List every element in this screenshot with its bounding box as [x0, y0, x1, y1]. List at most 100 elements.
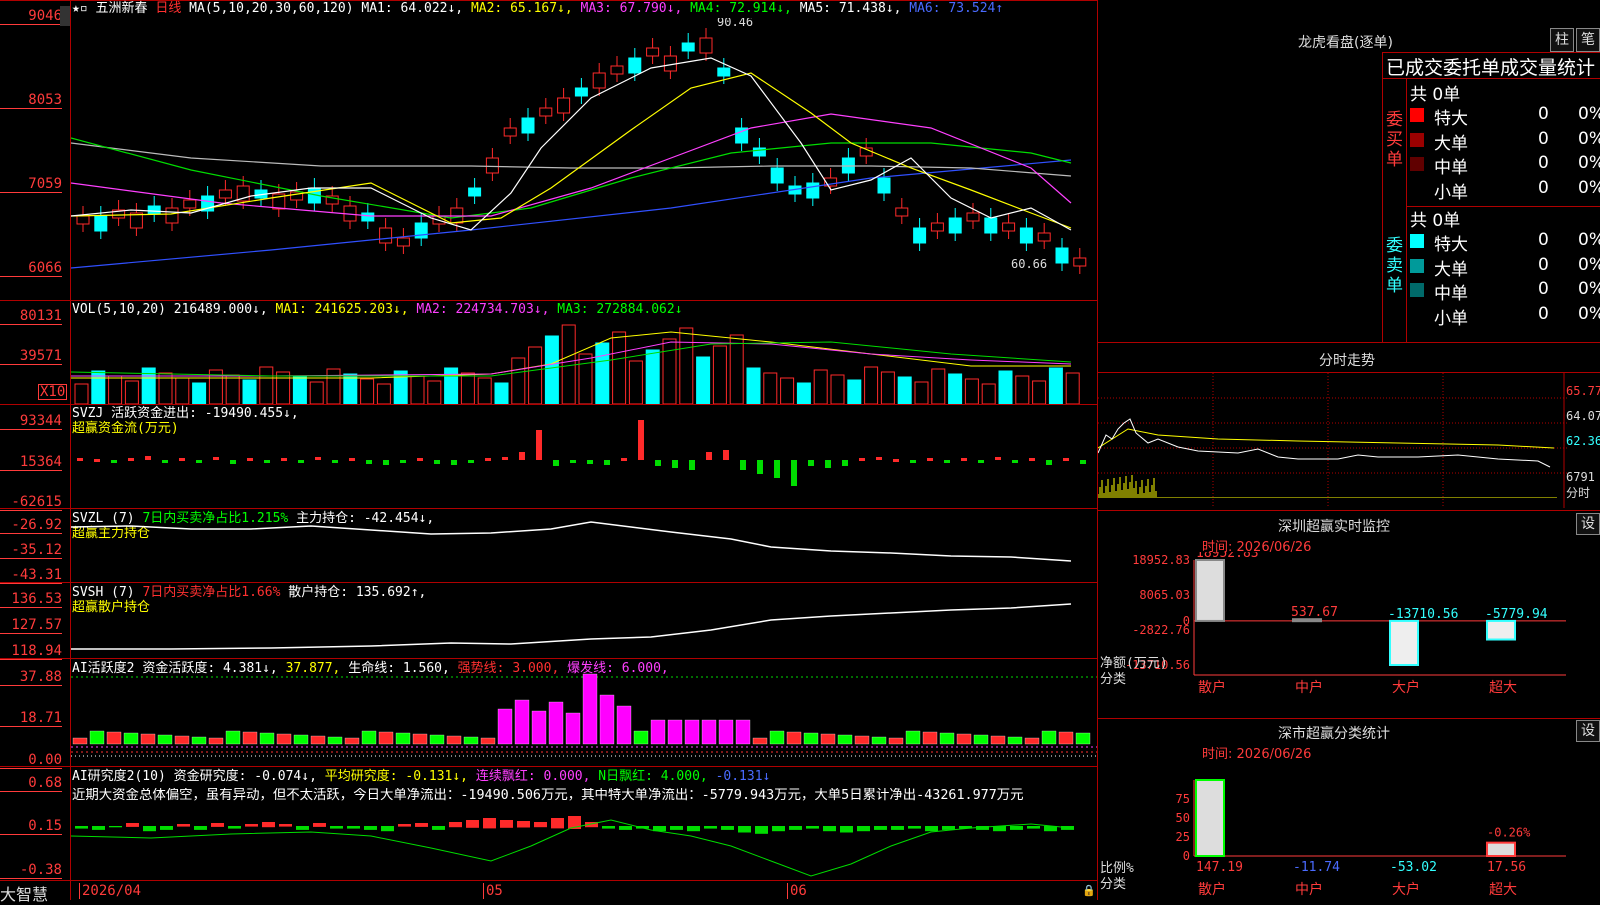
sell-side-label: 委卖单 — [1386, 236, 1403, 296]
brand-label[interactable]: 大智慧 — [0, 881, 48, 905]
research-bar — [483, 818, 496, 829]
flow-bar — [77, 458, 83, 461]
candle-body — [966, 212, 980, 222]
lock-icon[interactable]: 🔒 — [1082, 884, 1096, 897]
activity-bar — [922, 731, 938, 745]
activity-bar — [1024, 737, 1040, 745]
candle-body — [503, 127, 517, 137]
activity-bar — [1007, 736, 1023, 745]
price-scroll-marker[interactable] — [60, 6, 70, 26]
flow-bar — [468, 460, 474, 463]
flow-bar — [638, 420, 644, 460]
classify-chart[interactable]: 75 50 25 0 147.19 散户 -11.74 中户 -53.02 大户 17.56 超大 -0… — [1098, 760, 1600, 900]
buy-total: 共 0单 — [1410, 85, 1461, 105]
buy-size-label: 小单 — [1434, 182, 1468, 203]
flow-bar — [655, 460, 661, 466]
monitor-settings-button[interactable]: 设 — [1576, 513, 1600, 535]
volume-bar — [796, 382, 811, 404]
volume-bar — [528, 346, 543, 404]
activity-bar — [752, 737, 768, 745]
activity-bar — [463, 736, 479, 745]
sell-row: 特大 0 0% — [1410, 230, 1600, 255]
flow-bar — [111, 460, 117, 463]
sell-count: 0 — [1538, 254, 1549, 275]
bar-mode-button[interactable]: 柱 — [1550, 28, 1574, 52]
activity-bar — [905, 730, 921, 745]
tick-mode-button[interactable]: 笔 — [1576, 28, 1600, 52]
period-label[interactable]: 日线 — [155, 1, 181, 16]
ai-research-tick-2: -0.38 — [0, 862, 62, 879]
flow-bar — [774, 460, 780, 478]
right-panel: 龙虎看盘(逐单) 柱 笔 已成交委托单成交量统计 委买单 共 0单 特大 0 0… — [1098, 0, 1600, 900]
ma3-value: MA3: 67.790↓, — [580, 1, 683, 16]
svzl-chart[interactable] — [71, 509, 1097, 582]
research-bar — [721, 826, 734, 830]
research-bar — [1010, 826, 1023, 830]
intraday-tick-0: 65.77 — [1566, 384, 1600, 398]
sell-size-label: 中单 — [1434, 284, 1468, 304]
ma20-line — [71, 113, 1072, 217]
flow-bar — [366, 460, 372, 464]
svsh-chart[interactable] — [71, 583, 1097, 658]
sep-price-vol — [0, 300, 1098, 301]
monitor-chart[interactable]: 18952.838065.030-2822.76-13710.5618952.8… — [1098, 552, 1600, 717]
ma6-value: MA6: 73.524↑ — [909, 1, 1004, 16]
activity-bar — [956, 733, 972, 745]
classify-y-tick: 25 — [1176, 830, 1190, 844]
flow-bar — [281, 458, 287, 461]
sell-size-label: 特大 — [1434, 235, 1468, 255]
research-bar — [891, 826, 904, 830]
activity-bar — [990, 735, 1006, 745]
flow-bar — [1029, 458, 1035, 461]
buy-side-label: 委买单 — [1386, 110, 1403, 170]
monitor-value-label: -5779.94 — [1485, 607, 1548, 622]
sell-count: 0 — [1538, 279, 1549, 299]
sell-row: 大单 0 0% — [1410, 254, 1600, 280]
sell-swatch — [1410, 307, 1424, 322]
flow-bar — [315, 457, 321, 460]
research-bar — [449, 822, 462, 828]
volume-chart[interactable] — [71, 316, 1097, 404]
monitor-category-label: 大户 — [1392, 679, 1420, 696]
ai-research-comment: 近期大资金总体偏空，虽有异动，但不太活跃，今日大单净流出：-19490.506万… — [72, 788, 1024, 803]
svzj-chart[interactable] — [71, 405, 1097, 508]
volume-bar — [931, 368, 946, 404]
candle-body — [379, 227, 393, 244]
volume-bar — [259, 366, 274, 404]
activity-bar — [820, 733, 836, 745]
sell-size-label: 大单 — [1434, 259, 1468, 280]
monitor-category-label: 超大 — [1489, 680, 1517, 696]
volume-bar — [477, 377, 492, 404]
activity-bar — [72, 737, 88, 745]
intraday-chart[interactable]: 65.77 64.07 62.36 6791 分时 — [1098, 373, 1600, 508]
flow-bar — [621, 458, 627, 461]
svzl-tick-2: -43.31 — [0, 567, 62, 584]
ai-research-chart[interactable] — [71, 806, 1097, 880]
svzj-tick-2: -62615 — [0, 494, 62, 511]
classify-settings-button[interactable]: 设 — [1576, 720, 1600, 742]
monitor-y-tick: 18952.83 — [1132, 553, 1190, 567]
svzl-tick-1: -35.12 — [0, 542, 62, 559]
candle-body — [396, 237, 410, 247]
activity-bar — [871, 736, 887, 745]
sell-pct: 0% — [1578, 303, 1600, 324]
activity-bar — [293, 734, 309, 745]
candle-body — [1037, 232, 1051, 242]
volume-bar — [948, 373, 963, 404]
activity-bar — [1075, 732, 1091, 745]
ai-active-chart[interactable] — [71, 659, 1097, 766]
research-bar — [279, 824, 292, 827]
activity-bar — [497, 708, 513, 745]
buy-count: 0 — [1538, 128, 1549, 149]
vol-unit: X10 — [38, 384, 68, 400]
x-label-1: 05 — [483, 883, 503, 899]
sep-ai-research — [0, 766, 1098, 767]
svzj-tick-1: 15364 — [0, 454, 62, 471]
activity-bar — [310, 735, 326, 745]
flow-bar — [383, 460, 389, 465]
star-icon[interactable]: ★▫ — [72, 1, 88, 16]
activity-bar — [412, 733, 428, 745]
flow-bar — [400, 460, 406, 463]
research-bar — [330, 826, 343, 829]
candlestick-chart[interactable]: 90.46 60.66 — [71, 18, 1097, 300]
